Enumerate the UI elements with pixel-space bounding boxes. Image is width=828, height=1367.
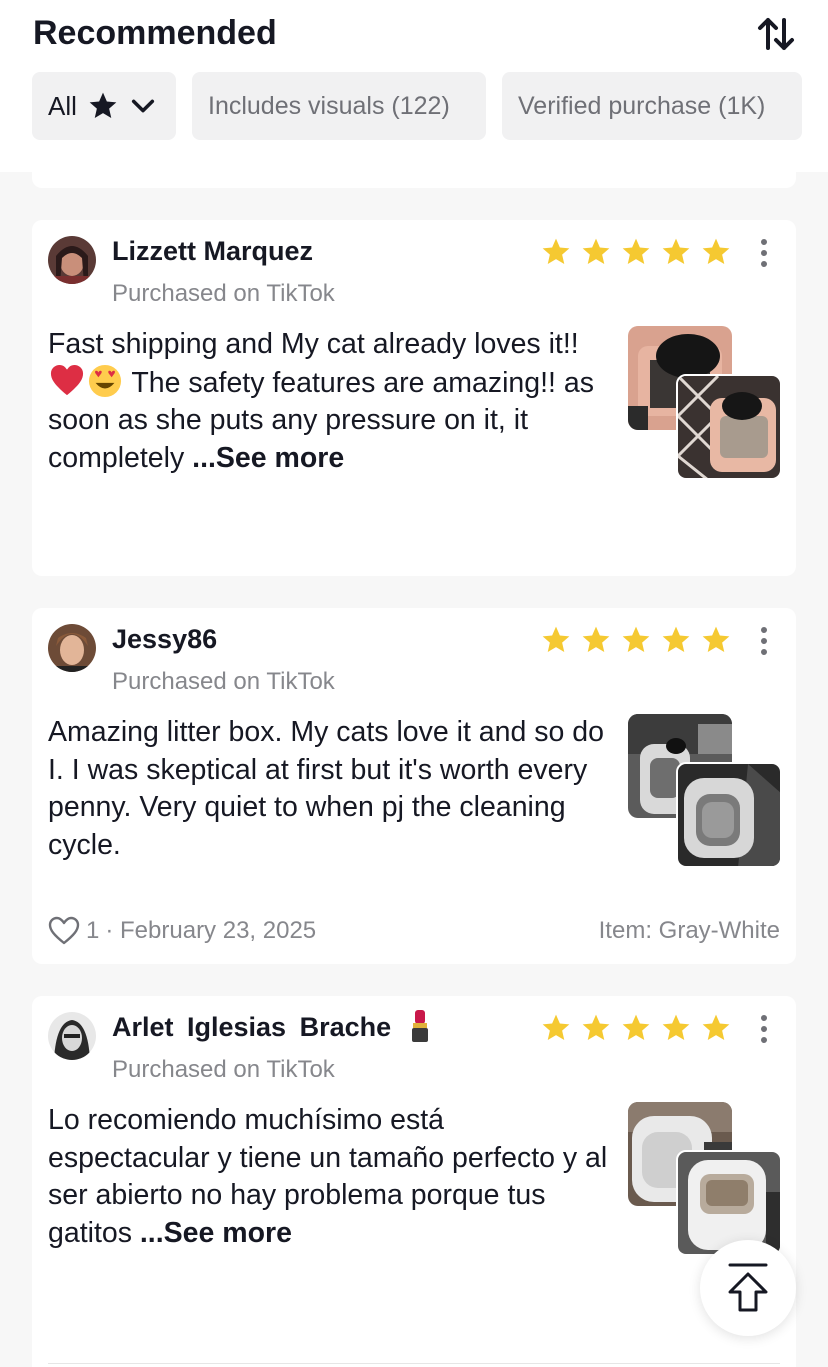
star-icon xyxy=(89,92,117,118)
review-text-part: Lo recomiendo muchísimo está espectacula… xyxy=(48,1104,608,1249)
sort-arrows-icon[interactable] xyxy=(757,15,795,53)
lipstick-emoji xyxy=(412,1010,428,1042)
page-title: Recommended xyxy=(33,14,277,52)
filter-visuals-label: Includes visuals (122) xyxy=(208,91,450,120)
purchase-source: Purchased on TikTok xyxy=(112,280,335,307)
star-icon xyxy=(582,238,610,264)
filter-visuals-chip[interactable]: Includes visuals (122) xyxy=(192,72,486,140)
review-card: Jessy86 Purchased on TikTok Amazing litt… xyxy=(32,608,796,964)
avatar[interactable] xyxy=(48,624,96,672)
arrow-up-icon xyxy=(728,1263,768,1312)
reviewer-name: Lizzett Marquez xyxy=(112,236,314,266)
review-footer: 1 · February 23, 2025 Item: Gray-White xyxy=(48,916,780,946)
review-text[interactable]: Fast shipping and My cat already loves i… xyxy=(48,326,608,477)
item-variant: Item: Gray-White xyxy=(598,917,780,944)
star-rating xyxy=(540,236,732,268)
more-options-icon[interactable] xyxy=(752,236,776,270)
review-text-part: Fast shipping and My cat already loves i… xyxy=(48,328,579,360)
like-count: 1 xyxy=(86,917,100,944)
star-icon xyxy=(662,238,690,264)
star-icon xyxy=(582,626,610,652)
star-icon xyxy=(622,1014,650,1040)
more-options-icon[interactable] xyxy=(752,624,776,658)
review-photo[interactable] xyxy=(676,374,782,480)
scroll-to-top-button[interactable] xyxy=(700,1240,796,1336)
review-text[interactable]: Amazing litter box. My cats love it and … xyxy=(48,714,608,864)
chevron-down-icon xyxy=(131,99,154,113)
divider xyxy=(48,1363,780,1364)
review-date: · February 23, 2025 xyxy=(105,917,317,944)
review-photo[interactable] xyxy=(676,762,782,868)
star-rating xyxy=(540,1012,732,1044)
filter-verified-chip[interactable]: Verified purchase (1K) xyxy=(502,72,802,140)
star-icon xyxy=(702,238,730,264)
filter-chips: All Includes visuals (122) Verified purc… xyxy=(32,72,828,140)
heart-eyes-emoji xyxy=(88,364,122,397)
purchase-source: Purchased on TikTok xyxy=(112,1056,335,1083)
star-icon xyxy=(542,238,570,264)
star-icon xyxy=(542,1014,570,1040)
review-card: Arlet Iglesias Brache Purchased on TikTo… xyxy=(32,996,796,1367)
red-heart-emoji xyxy=(50,364,84,395)
star-icon xyxy=(622,626,650,652)
filter-all-label: All xyxy=(48,90,77,121)
star-icon xyxy=(622,238,650,264)
top-bar: Recommended All Includes visuals (122) V… xyxy=(0,0,828,172)
avatar[interactable] xyxy=(48,236,96,284)
review-card: Lizzett Marquez Purchased on TikTok Fast… xyxy=(32,220,796,576)
reviewer-name: Arlet Iglesias Brache xyxy=(112,1012,392,1042)
star-icon xyxy=(582,1014,610,1040)
see-more-link[interactable]: ...See more xyxy=(192,442,344,474)
star-icon xyxy=(542,626,570,652)
review-text[interactable]: Lo recomiendo muchísimo está espectacula… xyxy=(48,1102,608,1252)
heart-icon[interactable] xyxy=(48,916,80,946)
star-icon xyxy=(702,1014,730,1040)
star-icon xyxy=(662,626,690,652)
review-photo[interactable] xyxy=(676,1150,782,1256)
see-more-link[interactable]: ...See more xyxy=(140,1217,292,1249)
filter-verified-label: Verified purchase (1K) xyxy=(518,91,766,120)
star-icon xyxy=(702,626,730,652)
more-options-icon[interactable] xyxy=(752,1012,776,1046)
star-rating xyxy=(540,624,732,656)
filter-all-chip[interactable]: All xyxy=(32,72,176,140)
reviewer-name: Jessy86 xyxy=(112,624,218,654)
avatar[interactable] xyxy=(48,1012,96,1060)
purchase-source: Purchased on TikTok xyxy=(112,668,335,695)
star-icon xyxy=(662,1014,690,1040)
